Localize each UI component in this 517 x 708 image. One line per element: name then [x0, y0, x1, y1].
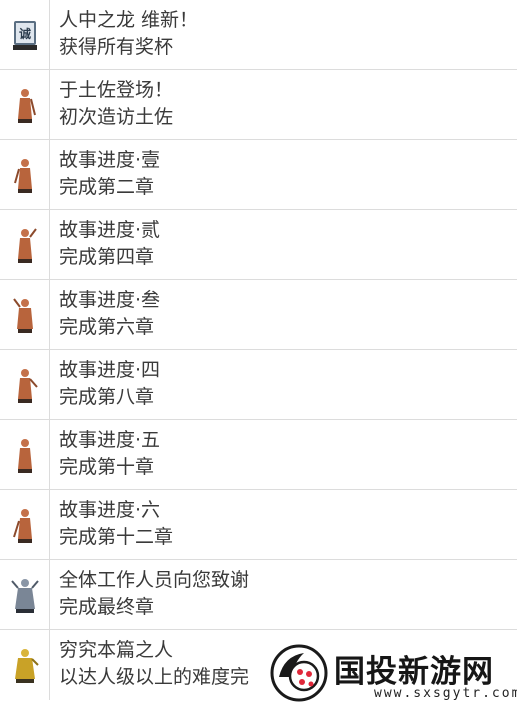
achievement-list: 诚 人中之龙 维新！ 获得所有奖杯 于土佐登场！ 初次造访土佐 故事进度·壹 完…: [0, 0, 517, 700]
achievement-description: 完成最终章: [59, 596, 155, 618]
trophy-thumbnail: [0, 70, 50, 139]
trophy-thumbnail: [0, 280, 50, 349]
achievement-title: 故事进度·四: [59, 359, 161, 381]
trophy-thumbnail: [0, 420, 50, 489]
achievement-row[interactable]: 故事进度·五 完成第十章: [0, 420, 517, 490]
svg-text:诚: 诚: [18, 26, 30, 41]
achievement-title: 故事进度·五: [59, 429, 161, 451]
achievement-row[interactable]: 故事进度·六 完成第十二章: [0, 490, 517, 560]
bronze-samurai-icon: [10, 225, 40, 265]
bronze-samurai-icon: [10, 435, 40, 475]
achievement-row[interactable]: 于土佐登场！ 初次造访土佐: [0, 70, 517, 140]
watermark-url: www.sxsgytr.com: [374, 686, 517, 701]
achievement-row[interactable]: 诚 人中之龙 维新！ 获得所有奖杯: [0, 0, 517, 70]
gold-samurai-icon: [10, 645, 40, 685]
bronze-samurai-icon: [10, 295, 40, 335]
trophy-thumbnail: [0, 140, 50, 209]
achievement-row[interactable]: 全体工作人员向您致谢 完成最终章: [0, 560, 517, 630]
bronze-samurai-icon: [10, 85, 40, 125]
bronze-samurai-icon: [10, 505, 40, 545]
achievement-description: 以达人级以上的难度完: [59, 666, 250, 688]
trophy-thumbnail: [0, 630, 50, 700]
achievement-description: 完成第四章: [59, 246, 155, 268]
trophy-thumbnail: [0, 560, 50, 629]
achievement-description: 完成第六章: [59, 316, 155, 338]
achievement-description: 完成第八章: [59, 386, 155, 408]
achievement-title: 故事进度·贰: [59, 219, 161, 241]
achievement-row[interactable]: 故事进度·贰 完成第四章: [0, 210, 517, 280]
achievement-description: 完成第二章: [59, 176, 155, 198]
trophy-thumbnail: [0, 490, 50, 559]
achievement-title: 穷究本篇之人: [59, 639, 174, 661]
achievement-description: 初次造访土佐: [59, 106, 174, 128]
silver-samurai-icon: [10, 575, 40, 615]
achievement-row[interactable]: 故事进度·壹 完成第二章: [0, 140, 517, 210]
achievement-description: 完成第十章: [59, 456, 155, 478]
watermark-title: 国投新游网: [334, 654, 494, 690]
site-logo-icon: [270, 644, 328, 702]
achievement-title: 人中之龙 维新！: [59, 9, 199, 31]
trophy-thumbnail: [0, 350, 50, 419]
achievement-row[interactable]: 故事进度·四 完成第八章: [0, 350, 517, 420]
trophy-thumbnail: [0, 210, 50, 279]
achievement-title: 故事进度·六: [59, 499, 161, 521]
seal-trophy-icon: 诚: [7, 17, 43, 53]
site-watermark: 国投新游网 www.sxsgytr.com: [268, 640, 517, 708]
bronze-samurai-icon: [10, 365, 40, 405]
bronze-samurai-icon: [10, 155, 40, 195]
achievement-description: 完成第十二章: [59, 526, 174, 548]
achievement-title: 故事进度·壹: [59, 149, 161, 171]
achievement-row[interactable]: 故事进度·叁 完成第六章: [0, 280, 517, 350]
achievement-title: 故事进度·叁: [59, 289, 161, 311]
achievement-description: 获得所有奖杯: [59, 36, 174, 58]
achievement-title: 全体工作人员向您致谢: [59, 569, 250, 591]
trophy-thumbnail: 诚: [0, 0, 50, 69]
achievement-title: 于土佐登场！: [59, 79, 174, 101]
